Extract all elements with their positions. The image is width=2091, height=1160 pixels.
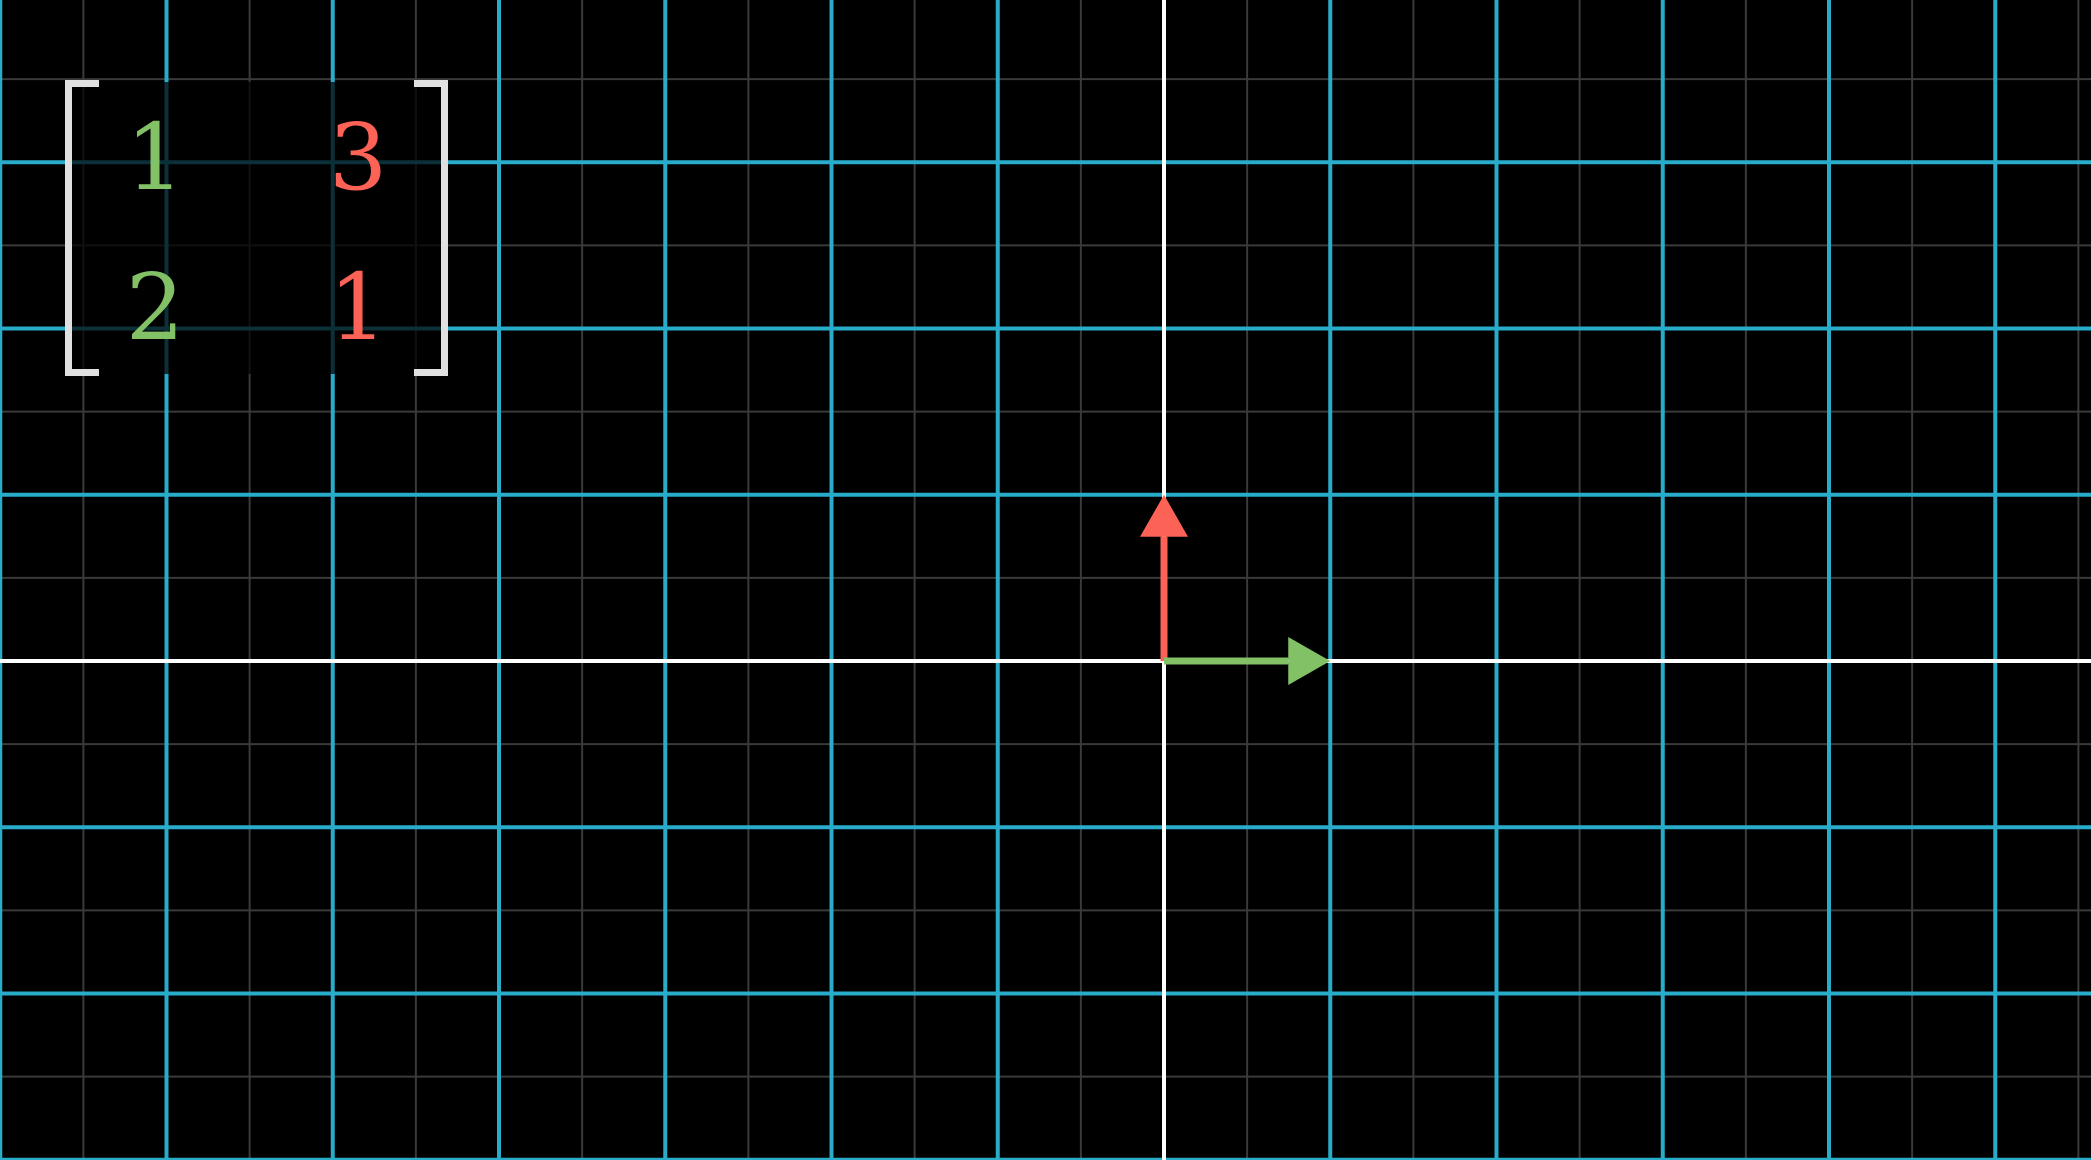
- matrix-entry-row1-col2: 3: [328, 104, 388, 211]
- matrix-left-bracket: [65, 80, 99, 376]
- matrix-entry-row1-col1: 1: [125, 104, 185, 211]
- j-hat-vector-head: [1140, 494, 1188, 537]
- matrix-entry-row2-col2: 1: [328, 254, 388, 361]
- i-hat-vector-head: [1288, 637, 1331, 685]
- matrix-right-bracket: [414, 80, 448, 376]
- matrix-entry-row2-col1: 2: [125, 254, 185, 361]
